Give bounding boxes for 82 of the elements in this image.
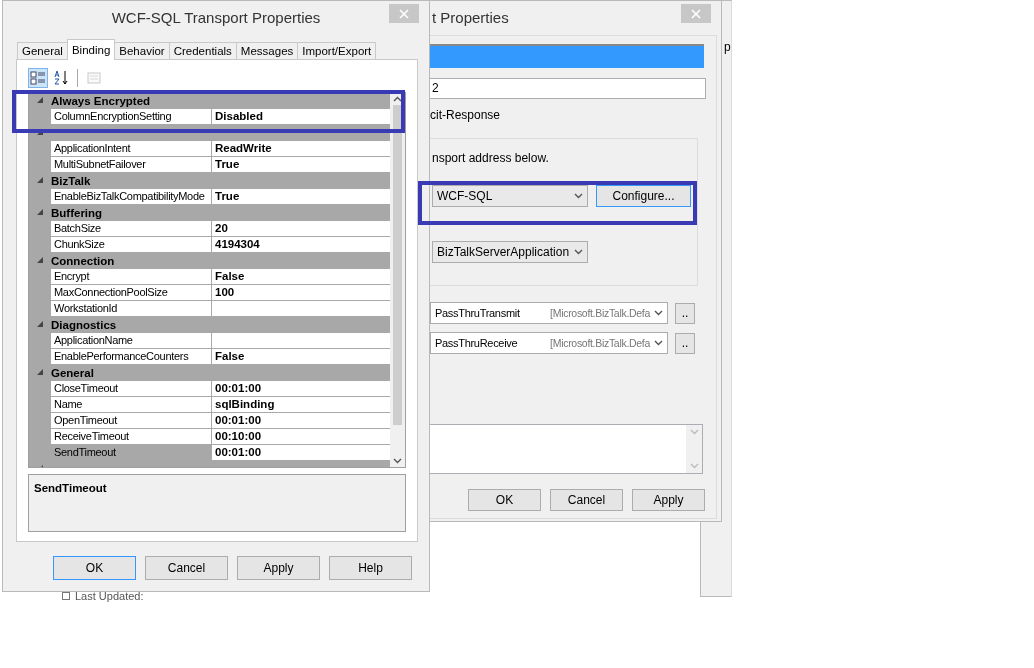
property-value[interactable]: True [211, 189, 390, 205]
dialog-button[interactable]: Cancel [145, 556, 228, 580]
property-value[interactable]: 00:01:00 [211, 413, 390, 429]
property-value[interactable] [211, 333, 390, 349]
categorized-icon [30, 70, 46, 86]
configure-button[interactable]: Configure... [596, 185, 691, 207]
description-title: SendTimeout [34, 482, 107, 494]
browse-button[interactable]: .. [675, 302, 695, 324]
pipeline-dropdown[interactable]: PassThruReceive [Microsoft.BizTalk.Defa [430, 332, 668, 354]
expanded-icon [37, 321, 43, 327]
pipeline-dropdown[interactable]: PassThruTransmit [Microsoft.BizTalk.Defa [430, 302, 668, 324]
window-text: p [724, 40, 731, 54]
browse-button[interactable]: .. [675, 332, 695, 354]
dialog-button[interactable]: Apply [237, 556, 320, 580]
property-value[interactable]: True [211, 157, 390, 173]
dialog-button[interactable]: Apply [632, 489, 705, 511]
dialog-button[interactable]: Cancel [550, 489, 623, 511]
tab[interactable]: General [17, 42, 68, 60]
tab[interactable]: Messages [235, 42, 299, 60]
window-title: WCF-SQL Transport Properties [111, 8, 321, 26]
property-value[interactable]: sqlBinding [211, 397, 390, 413]
property-name[interactable]: OpenTimeout [51, 413, 211, 429]
property-name[interactable]: ChunkSize [51, 237, 211, 253]
checkbox-icon [62, 592, 70, 600]
text-area[interactable] [430, 424, 703, 474]
property-name[interactable]: ApplicationIntent [51, 141, 211, 157]
property-name[interactable]: MaxConnectionPoolSize [51, 285, 211, 301]
scrollbar[interactable] [390, 93, 405, 467]
property-value[interactable]: 4194304 [211, 237, 390, 253]
tab[interactable]: Import/Export [297, 42, 377, 60]
expanded-icon [37, 369, 43, 375]
name-field[interactable]: 2 [430, 78, 706, 99]
chevron-down-icon [654, 340, 663, 346]
property-value[interactable]: Disabled [211, 109, 390, 125]
dialog-button[interactable]: OK [53, 556, 136, 580]
property-name[interactable]: MultiSubnetFailover [51, 157, 211, 173]
property-value[interactable]: False [211, 269, 390, 285]
chevron-down-icon [574, 193, 583, 199]
toolbar-button[interactable] [28, 68, 48, 88]
property-value[interactable]: 00:01:00 [211, 445, 390, 461]
scrollbar[interactable] [686, 425, 702, 473]
status-text: Last Updated: [75, 590, 144, 602]
property-name[interactable]: EnableBizTalkCompatibilityMode [51, 189, 211, 205]
dialog-button[interactable]: OK [468, 489, 541, 511]
property-name[interactable]: Encrypt [51, 269, 211, 285]
chevron-down-icon [689, 463, 699, 469]
instruction-text: nsport address below. [432, 151, 550, 165]
property-value[interactable]: 00:01:00 [211, 381, 390, 397]
expanded-icon [37, 177, 43, 183]
close-icon [691, 8, 701, 19]
property-pages-icon [86, 70, 102, 86]
chevron-down-icon [654, 310, 663, 316]
close-button[interactable] [389, 4, 419, 23]
dialog-button[interactable]: Help [329, 556, 412, 580]
property-value[interactable]: 100 [211, 285, 390, 301]
property-value[interactable]: 20 [211, 221, 390, 237]
expanded-icon [37, 97, 43, 103]
property-name[interactable]: EnablePerformanceCounters [51, 349, 211, 365]
property-name[interactable]: Name [51, 397, 211, 413]
property-name[interactable]: CloseTimeout [51, 381, 211, 397]
property-name[interactable]: WorkstationId [51, 301, 211, 317]
expanded-icon [37, 209, 43, 215]
property-name[interactable]: ApplicationName [51, 333, 211, 349]
type-text: cit-Response [430, 108, 502, 122]
property-name[interactable]: ColumnEncryptionSetting [51, 109, 211, 125]
property-name[interactable]: ReceiveTimeout [51, 429, 211, 445]
close-button[interactable] [681, 4, 711, 23]
tab[interactable]: Binding [66, 39, 116, 60]
scroll-up-icon [393, 96, 402, 102]
property-value[interactable]: 00:10:00 [211, 429, 390, 445]
property-value[interactable]: ReadWrite [211, 141, 390, 157]
chevron-down-icon [393, 458, 402, 464]
close-icon [399, 8, 409, 19]
handler-dropdown[interactable]: BizTalkServerApplication [432, 241, 588, 263]
expanded-icon [37, 257, 43, 263]
transport-type-dropdown[interactable]: WCF-SQL [432, 185, 588, 207]
sort-az-icon [53, 70, 69, 86]
window-title: t Properties [432, 8, 509, 26]
chevron-down-icon [689, 429, 699, 435]
property-name[interactable]: BatchSize [51, 221, 211, 237]
chevron-down-icon [574, 249, 583, 255]
property-value[interactable]: False [211, 349, 390, 365]
